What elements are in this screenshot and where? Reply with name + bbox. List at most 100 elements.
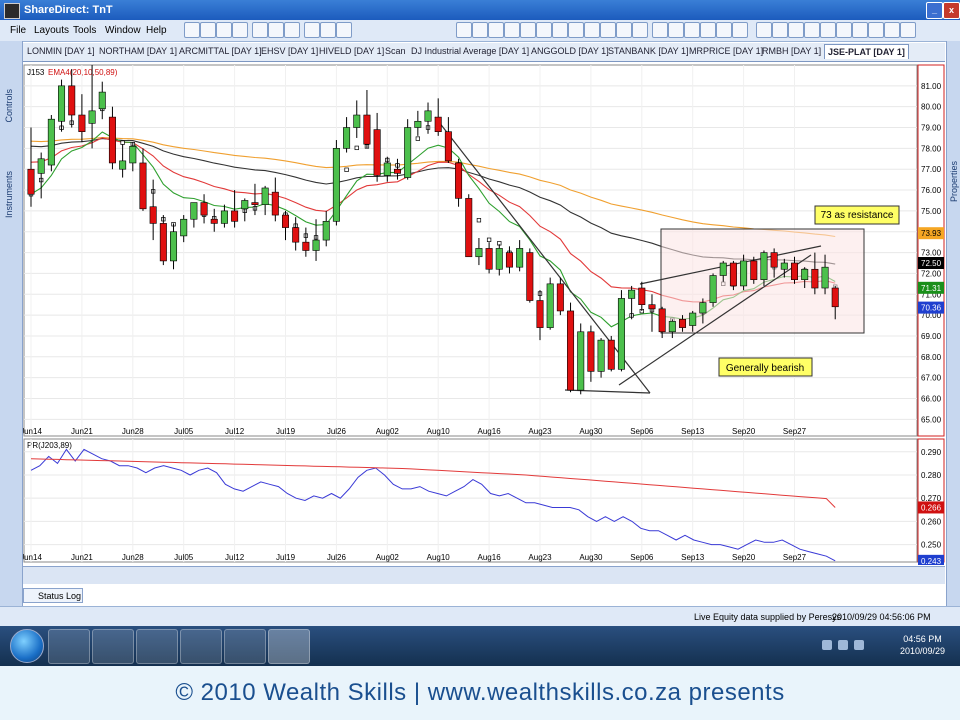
candle-body[interactable] [617, 298, 625, 370]
candle-body[interactable] [679, 318, 687, 328]
controls-panel-tab[interactable]: Controls [4, 89, 14, 123]
tab-arcmittal[interactable]: ARCMITTAL [DAY 1] [179, 46, 262, 56]
toolbar-button-icon[interactable] [668, 22, 684, 38]
candle-body[interactable] [383, 162, 391, 176]
tab-anggold[interactable]: ANGGOLD [DAY 1] [531, 46, 609, 56]
candle-body[interactable] [719, 262, 727, 276]
candle-body[interactable] [159, 223, 167, 262]
menu-tools[interactable]: Tools [73, 25, 96, 36]
candle-body[interactable] [648, 304, 656, 310]
candle-body[interactable] [505, 252, 513, 268]
toolbar-button-icon[interactable] [632, 22, 648, 38]
toolbar-button-icon[interactable] [536, 22, 552, 38]
paint-icon[interactable] [180, 629, 222, 664]
candle-body[interactable] [322, 221, 330, 241]
candle-body[interactable] [475, 248, 483, 258]
candle-body[interactable] [465, 198, 473, 258]
candle-body[interactable] [312, 239, 320, 251]
candle-body[interactable] [750, 260, 758, 280]
candle-body[interactable] [628, 289, 636, 299]
toolbar-button-icon[interactable] [552, 22, 568, 38]
candle-body[interactable] [801, 268, 809, 280]
candle-body[interactable] [119, 160, 127, 170]
tab-dj-industrial[interactable]: DJ Industrial Average [DAY 1] [411, 46, 529, 56]
tab-northam[interactable]: NORTHAM [DAY 1] [99, 46, 177, 56]
candle-body[interactable] [37, 158, 45, 174]
candle-body[interactable] [567, 310, 575, 391]
candle-body[interactable] [455, 162, 463, 199]
candle-body[interactable] [149, 206, 157, 224]
tab-scan[interactable]: Scan [385, 46, 406, 56]
menu-help[interactable]: Help [146, 25, 167, 36]
toolbar-button-icon[interactable] [684, 22, 700, 38]
candle-body[interactable] [190, 202, 198, 220]
toolbar-button-icon[interactable] [268, 22, 284, 38]
candle-body[interactable] [241, 200, 249, 210]
candle-body[interactable] [271, 191, 279, 216]
candle-body[interactable] [129, 145, 137, 164]
taskbar-clock[interactable]: 04:56 PM 2010/09/29 [900, 633, 945, 657]
candle-body[interactable] [363, 114, 371, 145]
candle-body[interactable] [231, 210, 239, 222]
candle-body[interactable] [597, 339, 605, 372]
candle-body[interactable] [729, 262, 737, 287]
toolbar-button-icon[interactable] [320, 22, 336, 38]
start-button-icon[interactable] [10, 629, 44, 663]
internet-explorer-icon[interactable] [48, 629, 90, 664]
close-icon[interactable]: x [943, 2, 960, 19]
horizontal-scrollbar[interactable] [23, 566, 945, 584]
network-icon[interactable] [838, 640, 848, 650]
sharedirect-task-icon[interactable] [268, 629, 310, 664]
chart-area[interactable]: J153 EMA4(20,10,50,89) PR(J203,89) 0.266… [23, 62, 945, 565]
toolbar-button-icon[interactable] [820, 22, 836, 38]
window-titlebar[interactable]: ShareDirect: TnT _ x [0, 0, 960, 20]
candle-body[interactable] [699, 302, 707, 314]
candle-body[interactable] [139, 162, 147, 210]
candle-body[interactable] [790, 262, 798, 280]
toolbar-button-icon[interactable] [732, 22, 748, 38]
menu-window[interactable]: Window [105, 25, 141, 36]
candle-body[interactable] [261, 187, 269, 205]
candle-body[interactable] [811, 268, 819, 289]
toolbar-button-icon[interactable] [852, 22, 868, 38]
candle-body[interactable] [495, 248, 503, 270]
candle-body[interactable] [760, 252, 768, 280]
toolbar-button-icon[interactable] [304, 22, 320, 38]
candle-body[interactable] [607, 339, 615, 370]
candle-body[interactable] [444, 131, 452, 162]
candle-body[interactable] [780, 262, 788, 270]
candle-body[interactable] [536, 300, 544, 328]
candle-body[interactable] [526, 252, 534, 301]
tab-mrprice[interactable]: MRPRICE [DAY 1] [689, 46, 763, 56]
candle-body[interactable] [638, 287, 646, 305]
candle-body[interactable] [373, 129, 381, 176]
candle-body[interactable] [689, 312, 697, 326]
tab-lonmin[interactable]: LONMIN [DAY 1] [27, 46, 95, 56]
toolbar-button-icon[interactable] [488, 22, 504, 38]
toolbar-button-icon[interactable] [700, 22, 716, 38]
menu-layouts[interactable]: Layouts [34, 25, 69, 36]
toolbar-button-icon[interactable] [216, 22, 232, 38]
candle-body[interactable] [332, 148, 340, 222]
toolbar-button-icon[interactable] [868, 22, 884, 38]
tab-jse-plat[interactable]: JSE-PLAT [DAY 1] [824, 44, 909, 59]
candle-body[interactable] [108, 116, 116, 164]
candle-body[interactable] [546, 283, 554, 328]
toolbar-button-icon[interactable] [600, 22, 616, 38]
candle-body[interactable] [740, 260, 748, 287]
candle-body[interactable] [668, 321, 676, 333]
tab-ehsv[interactable]: EHSV [DAY 1] [261, 46, 318, 56]
instruments-panel-tab[interactable]: Instruments [4, 171, 14, 218]
menu-file[interactable]: File [10, 25, 26, 36]
minimize-icon[interactable]: _ [926, 2, 943, 19]
candle-body[interactable] [424, 110, 432, 122]
toolbar-button-icon[interactable] [200, 22, 216, 38]
file-explorer-icon[interactable] [92, 629, 134, 664]
candle-body[interactable] [577, 331, 585, 391]
toolbar-button-icon[interactable] [336, 22, 352, 38]
candle-body[interactable] [658, 308, 666, 333]
toolbar-button-icon[interactable] [252, 22, 268, 38]
candle-body[interactable] [210, 218, 218, 224]
toolbar-button-icon[interactable] [472, 22, 488, 38]
candle-body[interactable] [170, 231, 178, 262]
